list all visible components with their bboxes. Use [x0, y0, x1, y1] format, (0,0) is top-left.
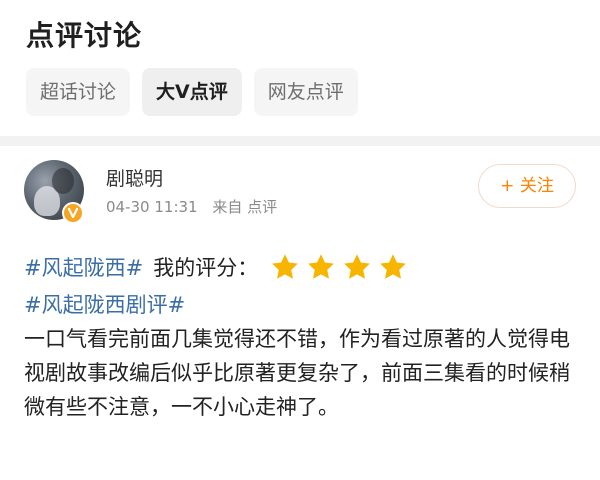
tab-bar: 超话讨论 大V点评 网友点评	[26, 68, 358, 116]
rating-label: 我的评分：	[153, 256, 259, 280]
review-content: 一口气看完前面几集觉得还不错，作为看过原著的人觉得电视剧故事改编后似乎比原著更复…	[24, 327, 570, 419]
star-icon	[306, 252, 336, 282]
star-icon	[378, 252, 408, 282]
follow-button[interactable]: + 关注	[478, 164, 576, 208]
verified-badge-icon	[62, 202, 84, 224]
post-meta: 04-30 11:31 来自 点评	[106, 196, 287, 217]
hashtag-topic[interactable]: #风起陇西#	[24, 252, 143, 282]
tab-big-v-reviews[interactable]: 大V点评	[142, 68, 242, 116]
rating-line: #风起陇西# 我的评分：	[24, 250, 408, 284]
review-post: 剧聪明 04-30 11:31 来自 点评 + 关注 #风起陇西# 我的评分： …	[0, 146, 600, 480]
tab-user-reviews[interactable]: 网友点评	[253, 68, 358, 116]
hashtag-review[interactable]: #风起陇西剧评#	[24, 288, 185, 322]
avatar-shadow	[52, 168, 74, 194]
rating-stars	[270, 252, 408, 282]
post-date: 04-30 11:31	[106, 198, 198, 216]
star-icon	[342, 252, 372, 282]
page-title: 点评讨论	[26, 19, 143, 52]
section-divider	[0, 136, 600, 146]
username[interactable]: 剧聪明	[106, 164, 163, 191]
header: 点评讨论 超话讨论 大V点评 网友点评	[0, 0, 600, 136]
v-mark-icon	[67, 207, 79, 219]
tab-super-topic[interactable]: 超话讨论	[26, 68, 131, 116]
post-source: 来自 点评	[212, 198, 278, 216]
star-icon	[270, 252, 300, 282]
